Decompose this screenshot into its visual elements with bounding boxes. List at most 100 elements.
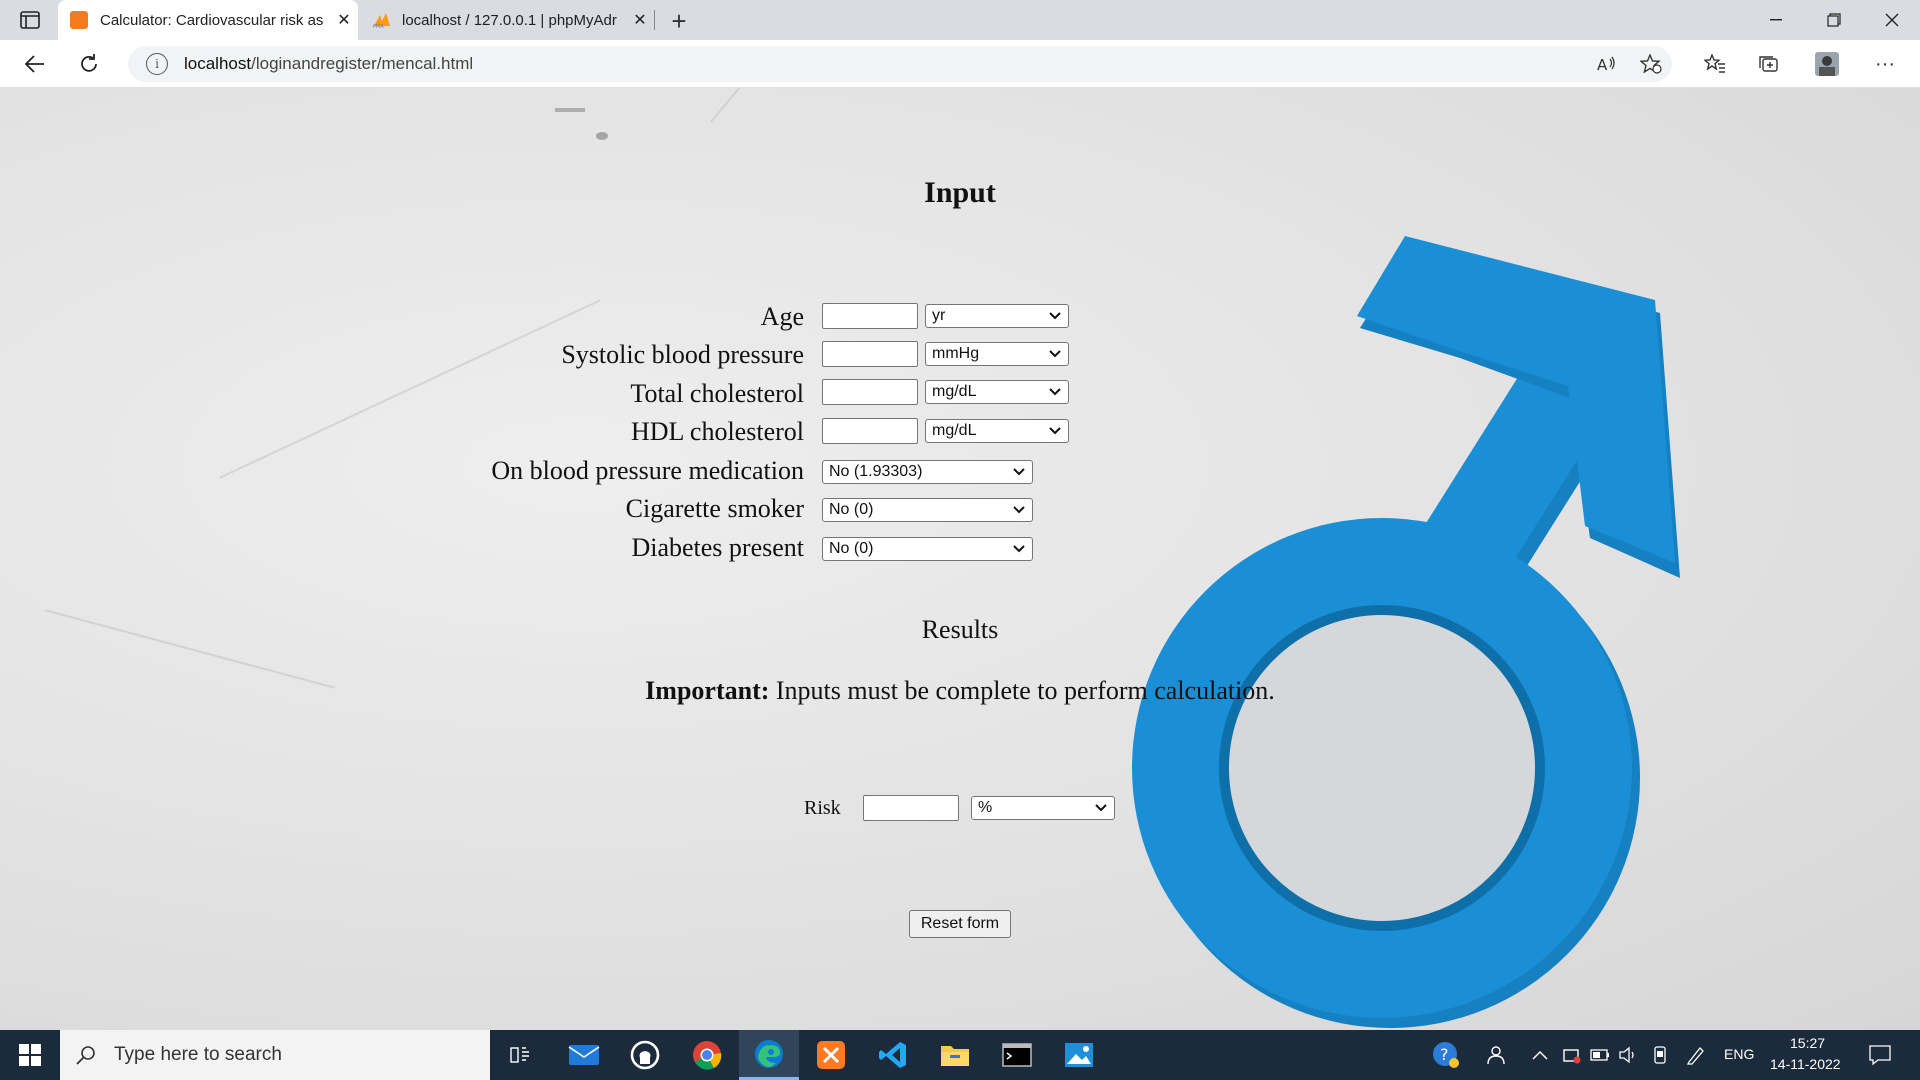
- risk-output[interactable]: [863, 795, 959, 821]
- hdl-cholesterol-input[interactable]: [822, 418, 918, 444]
- smoker-select[interactable]: No (0): [822, 498, 1033, 522]
- tab-bar: Calculator: Cardiovascular risk as ✕ PMA…: [0, 0, 1920, 40]
- vscode-icon[interactable]: [863, 1030, 923, 1080]
- bp-medication-select[interactable]: No (1.93303): [822, 460, 1033, 484]
- new-tab-button[interactable]: +: [664, 6, 694, 37]
- battery-icon[interactable]: [1588, 1044, 1612, 1066]
- mail-icon[interactable]: [554, 1030, 614, 1080]
- tab-title: Calculator: Cardiovascular risk as: [100, 11, 324, 29]
- clock-time[interactable]: 15:27: [1790, 1035, 1825, 1051]
- close-tab-icon[interactable]: ✕: [330, 10, 358, 30]
- background-texture: [709, 88, 751, 123]
- task-view-icon[interactable]: [490, 1030, 550, 1080]
- svg-text:PMA: PMA: [373, 24, 384, 29]
- add-favorite-icon[interactable]: [1634, 48, 1668, 80]
- refresh-button[interactable]: [72, 48, 106, 80]
- total-cholesterol-label: Total cholesterol: [630, 379, 804, 408]
- taskbar-search[interactable]: Type here to search: [60, 1030, 490, 1080]
- selected-value: yr: [932, 307, 946, 324]
- important-note: Important: Inputs must be complete to pe…: [0, 676, 1920, 706]
- back-button[interactable]: [18, 48, 52, 80]
- favorites-icon[interactable]: [1698, 48, 1732, 80]
- url-bar[interactable]: i localhost/loginandregister/mencal.html: [128, 46, 1672, 82]
- risk-unit-select[interactable]: %: [971, 796, 1115, 820]
- chevron-down-icon: [1049, 427, 1061, 435]
- input-heading: Input: [924, 176, 996, 209]
- chevron-down-icon: [1013, 506, 1025, 514]
- background-texture: [596, 132, 608, 140]
- chevron-down-icon: [1013, 468, 1025, 476]
- help-icon[interactable]: ?: [1432, 1041, 1460, 1069]
- hdl-cholesterol-unit-select[interactable]: mg/dL: [925, 419, 1069, 443]
- background-texture: [555, 108, 585, 112]
- minimize-button[interactable]: [1748, 0, 1804, 40]
- age-input[interactable]: [822, 303, 918, 329]
- selected-value: mg/dL: [932, 383, 977, 400]
- taskbar: Type here to search ? ENG 15:27 14-11-20…: [0, 1030, 1920, 1080]
- pen-icon[interactable]: [1684, 1044, 1708, 1066]
- more-options-icon[interactable]: ···: [1868, 48, 1902, 80]
- file-explorer-icon[interactable]: [925, 1030, 985, 1080]
- windows-icon: [19, 1044, 41, 1066]
- selected-value: No (1.93303): [829, 463, 923, 480]
- github-desktop-icon[interactable]: [615, 1030, 675, 1080]
- start-button[interactable]: [0, 1030, 60, 1080]
- search-icon: [76, 1046, 95, 1065]
- close-window-button[interactable]: [1864, 0, 1920, 40]
- diabetes-label: Diabetes present: [631, 533, 804, 562]
- chevron-down-icon: [1013, 545, 1025, 553]
- read-aloud-icon[interactable]: A: [1590, 48, 1624, 80]
- selected-value: mmHg: [932, 345, 980, 362]
- svg-text:?: ?: [1440, 1045, 1449, 1064]
- tab-calculator[interactable]: Calculator: Cardiovascular risk as ✕: [58, 0, 358, 40]
- tab-phpmyadmin[interactable]: PMA localhost / 127.0.0.1 | phpMyAdr ✕: [360, 0, 654, 40]
- profile-avatar[interactable]: [1810, 48, 1844, 80]
- chevron-up-icon[interactable]: [1528, 1044, 1552, 1066]
- diabetes-select[interactable]: No (0): [822, 537, 1033, 561]
- tab-actions-icon[interactable]: [16, 8, 44, 32]
- age-unit-select[interactable]: yr: [925, 304, 1069, 328]
- people-icon[interactable]: [1484, 1044, 1508, 1066]
- tab-title: localhost / 127.0.0.1 | phpMyAdr: [402, 11, 617, 29]
- chevron-down-icon: [1049, 350, 1061, 358]
- search-placeholder: Type here to search: [114, 1044, 282, 1065]
- terminal-icon[interactable]: [987, 1030, 1047, 1080]
- xampp-taskbar-icon[interactable]: [801, 1030, 861, 1080]
- systolic-bp-label: Systolic blood pressure: [561, 340, 804, 369]
- important-label: Important:: [645, 676, 770, 705]
- clock-date[interactable]: 14-11-2022: [1770, 1056, 1841, 1072]
- language-indicator[interactable]: ENG: [1724, 1046, 1754, 1062]
- tab-divider: [654, 10, 655, 30]
- hdl-cholesterol-label: HDL cholesterol: [630, 417, 804, 446]
- site-info-icon[interactable]: i: [146, 53, 168, 75]
- background-texture: [219, 299, 601, 479]
- svg-text:A: A: [1597, 56, 1608, 73]
- chrome-icon[interactable]: [677, 1030, 737, 1080]
- reset-form-button[interactable]: Reset form: [909, 910, 1011, 938]
- restore-button[interactable]: [1806, 0, 1862, 40]
- systolic-bp-unit-select[interactable]: mmHg: [925, 342, 1069, 366]
- selected-value: No (0): [829, 540, 874, 557]
- network-icon[interactable]: [1560, 1044, 1584, 1066]
- xampp-icon: [70, 11, 88, 29]
- important-text: Inputs must be complete to perform calcu…: [769, 676, 1275, 705]
- selected-value: No (0): [829, 501, 874, 518]
- chevron-down-icon: [1049, 312, 1061, 320]
- url-path: /loginandregister/mencal.html: [251, 54, 474, 73]
- device-icon[interactable]: [1648, 1044, 1672, 1066]
- volume-icon[interactable]: [1616, 1044, 1640, 1066]
- bp-medication-label: On blood pressure medication: [491, 456, 804, 485]
- notifications-icon[interactable]: [1868, 1044, 1892, 1066]
- collections-icon[interactable]: [1752, 48, 1786, 80]
- page-content: Input Age yr Systolic blood pressure mmH…: [0, 88, 1920, 1030]
- photos-icon[interactable]: [1049, 1030, 1109, 1080]
- close-tab-icon[interactable]: ✕: [626, 10, 654, 30]
- url-text: localhost/loginandregister/mencal.html: [184, 54, 473, 74]
- selected-value: %: [978, 799, 993, 816]
- age-label: Age: [760, 302, 804, 331]
- total-cholesterol-input[interactable]: [822, 379, 918, 405]
- total-cholesterol-unit-select[interactable]: mg/dL: [925, 380, 1069, 404]
- edge-icon[interactable]: [739, 1030, 799, 1080]
- systolic-bp-input[interactable]: [822, 341, 918, 367]
- url-host: localhost: [184, 54, 252, 73]
